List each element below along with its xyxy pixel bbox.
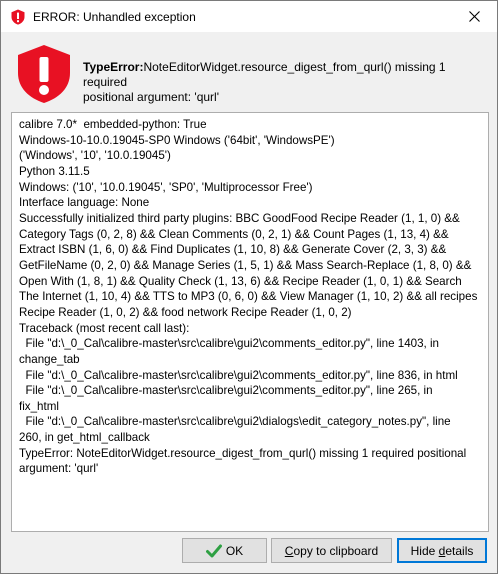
details-line: fix_html xyxy=(19,399,59,413)
hide-details-button[interactable]: Hide d etails xyxy=(397,538,487,563)
details-line: 260, in get_html_callback xyxy=(19,431,150,445)
title-bar: ERROR: Unhandled exception xyxy=(1,1,497,32)
details-line: File "d:\_0_Cal\calibre-master\src\calib… xyxy=(19,415,451,429)
close-button[interactable] xyxy=(451,1,497,32)
error-dialog: ERROR: Unhandled exception TypeError:Not… xyxy=(0,0,498,574)
details-line: Interface language: None xyxy=(19,196,150,210)
copy-to-clipboard-button[interactable]: Copy to clipboard xyxy=(271,538,392,563)
error-exclamation-shield-icon xyxy=(18,45,70,103)
error-header: TypeError:NoteEditorWidget.resource_dige… xyxy=(1,32,497,108)
details-line: Successfully initialized third party plu… xyxy=(19,211,460,225)
details-line: Windows: ('10', '10.0.19045', 'SP0', 'Mu… xyxy=(19,180,313,194)
details-line: calibre 7.0* embedded-python: True xyxy=(19,118,207,131)
copy-button-label: opy to clipboard xyxy=(293,543,379,558)
details-line: Extract ISBN (1, 6, 0) && Find Duplicate… xyxy=(19,243,447,257)
hide-button-mnemonic: d xyxy=(438,543,446,558)
details-line: TypeError: NoteEditorWidget.resource_dig… xyxy=(19,446,467,460)
details-line: argument: 'qurl' xyxy=(19,462,99,476)
details-line: Python 3.11.5 xyxy=(19,164,90,178)
ok-button-label: OK xyxy=(225,543,244,558)
error-type: TypeError: xyxy=(83,60,144,74)
details-line: Traceback (most recent call last): xyxy=(19,321,190,335)
hide-button-label-rest: etails xyxy=(445,543,474,558)
details-line: ('Windows', '10', '10.0.19045') xyxy=(19,149,171,163)
hide-button-label-prefix: Hide xyxy=(410,543,439,558)
close-icon xyxy=(468,11,480,22)
details-line: GetFileName (0, 2, 0) && Manage Series (… xyxy=(19,258,472,272)
error-message-line-1: TypeError:NoteEditorWidget.resource_dige… xyxy=(83,60,483,90)
error-details-textbox[interactable]: calibre 7.0* embedded-python: True Window… xyxy=(11,112,489,532)
ok-button[interactable]: OK xyxy=(182,538,267,563)
details-line: The Internet (1, 10, 4) && TTS to MP3 (0… xyxy=(19,290,478,304)
details-line: File "d:\_0_Cal\calibre-master\src\calib… xyxy=(19,368,458,382)
window-title: ERROR: Unhandled exception xyxy=(33,9,196,24)
details-line: change_tab xyxy=(19,352,80,366)
details-line: File "d:\_0_Cal\calibre-master\src\calib… xyxy=(19,384,433,398)
details-line: Category Tags (0, 2, 8) && Clean Comment… xyxy=(19,227,449,241)
details-line: Windows-10-10.0.19045-SP0 Windows ('64bi… xyxy=(19,133,335,147)
details-line: Open With (1, 8, 1) && Quality Check (1,… xyxy=(19,274,462,288)
error-message-line-2: positional argument: 'qurl' xyxy=(83,90,219,104)
error-shield-icon xyxy=(11,9,25,25)
details-line: Recipe Reader (1, 0, 2) && food network … xyxy=(19,305,352,319)
checkmark-icon xyxy=(205,544,222,557)
details-line: File "d:\_0_Cal\calibre-master\src\calib… xyxy=(19,337,440,351)
copy-button-mnemonic: C xyxy=(284,543,294,558)
error-message: TypeError:NoteEditorWidget.resource_dige… xyxy=(83,60,483,105)
